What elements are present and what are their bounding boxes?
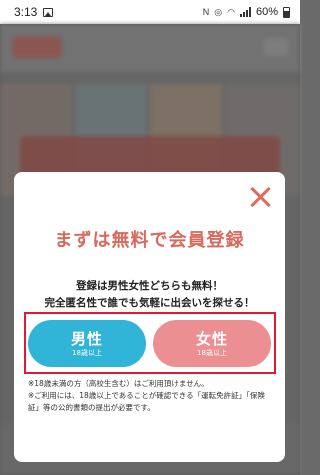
lead-line-1: 登録は男性女性どちらも無料！ [76,280,223,292]
female-button[interactable]: 女性 18歳以上 [153,320,271,367]
lead-line-2: 完全匿名性で誰でも気軽に出会いを探せる！ [44,297,255,309]
signal-icon [239,7,251,17]
wifi-icon: ◠ [227,6,235,17]
modal-title: まずは無料で会員登録 [54,230,245,251]
female-age-note: 18歳以上 [197,348,227,357]
age-notice: ※18歳未満の方（高校生含む）はご利用頂けません。 ※ご利用には、18歳以上であ… [28,378,276,414]
notice-line-2: ※ご利用には、18歳以上であることが確認できる「運転免許証」「保険証」等の公的書… [28,391,265,412]
male-age-note: 18歳以上 [72,348,102,357]
close-icon[interactable] [249,186,271,208]
battery-icon [283,6,290,18]
registration-modal: まずは無料で会員登録 登録は男性女性どちらも無料！ 完全匿名性で誰でも気軽に出会… [14,172,285,462]
hotspot-icon: ◎ [214,6,223,17]
female-label: 女性 [195,329,228,348]
image-icon [43,7,54,17]
status-bar: 3:13 N ◎ ◠ 60% [0,0,300,24]
notice-line-1: ※18歳未満の方（高校生含む）はご利用頂けません。 [28,379,209,388]
gender-choice-group: 男性 18歳以上 女性 18歳以上 [24,312,276,374]
battery-percent: 60% [255,6,278,18]
nfc-icon: N [202,7,210,17]
modal-lead: 登録は男性女性どちらも無料！ 完全匿名性で誰でも気軽に出会いを探せる！ [14,278,285,312]
male-button[interactable]: 男性 18歳以上 [28,320,146,367]
male-label: 男性 [70,329,103,348]
clock: 3:13 [14,5,38,19]
